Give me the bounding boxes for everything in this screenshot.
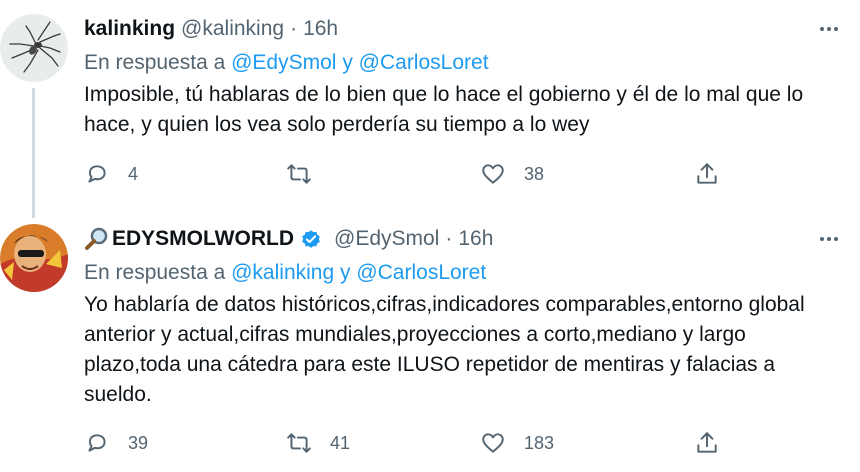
display-name[interactable]: kalinking bbox=[84, 17, 175, 41]
tweet-actions: 39 41 183 bbox=[84, 423, 734, 463]
mention-link[interactable]: @CarlosLoret bbox=[356, 261, 486, 284]
reply-icon bbox=[88, 165, 106, 183]
reply-conjunction: y bbox=[342, 51, 353, 74]
avatar-edysmol[interactable] bbox=[0, 224, 68, 292]
retweet-button[interactable]: 41 bbox=[286, 423, 350, 463]
tweet-edysmol[interactable]: EDYSMOLWORLD @EdySmol · 16h En respuesta… bbox=[0, 210, 860, 472]
more-icon bbox=[820, 237, 838, 241]
reply-count: 4 bbox=[128, 163, 139, 184]
like-button[interactable]: 38 bbox=[480, 154, 544, 194]
separator-dot: · bbox=[290, 17, 298, 40]
retweet-button[interactable] bbox=[286, 154, 330, 194]
reply-button[interactable]: 4 bbox=[84, 154, 138, 194]
tweet-text: Yo hablaría de datos históricos,cifras,i… bbox=[84, 293, 805, 406]
tweet-content: kalinking @kalinking · 16h En respuesta … bbox=[84, 14, 846, 140]
like-button[interactable]: 183 bbox=[480, 423, 554, 463]
like-count: 183 bbox=[524, 432, 555, 453]
share-icon bbox=[697, 163, 717, 184]
retweet-count: 41 bbox=[330, 432, 351, 453]
magnifying-glass-icon bbox=[85, 227, 108, 250]
reply-button[interactable]: 39 bbox=[84, 423, 148, 463]
verified-badge-icon bbox=[302, 230, 320, 248]
more-icon bbox=[820, 27, 838, 31]
display-name[interactable]: EDYSMOLWORLD bbox=[112, 227, 294, 251]
avatar-kalinking[interactable] bbox=[0, 14, 68, 82]
share-button[interactable] bbox=[694, 154, 720, 194]
tweet-time[interactable]: 16h bbox=[458, 227, 493, 251]
tweet-text: Imposible, tú hablaras de lo bien que lo… bbox=[84, 83, 804, 136]
thread-connector-line bbox=[32, 88, 35, 218]
tweet-content: EDYSMOLWORLD @EdySmol · 16h En respuesta… bbox=[84, 224, 846, 410]
tweet-header: kalinking @kalinking · 16h bbox=[84, 14, 846, 44]
share-button[interactable] bbox=[694, 423, 720, 463]
separator-dot: · bbox=[445, 227, 453, 250]
reply-prefix: En respuesta a bbox=[84, 51, 226, 74]
share-icon bbox=[697, 432, 717, 453]
tweet-header: EDYSMOLWORLD @EdySmol · 16h bbox=[84, 224, 846, 254]
heart-icon bbox=[482, 164, 504, 184]
reply-icon bbox=[88, 434, 106, 452]
more-options-button[interactable] bbox=[812, 224, 846, 254]
mention-link[interactable]: @EdySmol bbox=[231, 51, 336, 74]
more-options-button[interactable] bbox=[812, 14, 846, 44]
reply-context: En respuesta a @EdySmol y @CarlosLoret bbox=[84, 48, 846, 78]
retweet-icon bbox=[287, 164, 311, 184]
reply-prefix: En respuesta a bbox=[84, 261, 226, 284]
heart-icon bbox=[482, 433, 504, 453]
like-count: 38 bbox=[524, 163, 545, 184]
tweet-kalinking[interactable]: kalinking @kalinking · 16h En respuesta … bbox=[0, 0, 860, 218]
reply-count: 39 bbox=[128, 432, 149, 453]
tweet-actions: 4 38 bbox=[84, 154, 734, 194]
user-handle[interactable]: @EdySmol bbox=[334, 227, 439, 251]
mention-link[interactable]: @CarlosLoret bbox=[359, 51, 489, 74]
mention-link[interactable]: @kalinking bbox=[231, 261, 334, 284]
retweet-icon bbox=[287, 433, 311, 453]
reply-context: En respuesta a @kalinking y @CarlosLoret bbox=[84, 258, 846, 288]
user-handle[interactable]: @kalinking bbox=[181, 17, 284, 41]
tweet-time[interactable]: 16h bbox=[303, 17, 338, 41]
reply-conjunction: y bbox=[339, 261, 351, 284]
